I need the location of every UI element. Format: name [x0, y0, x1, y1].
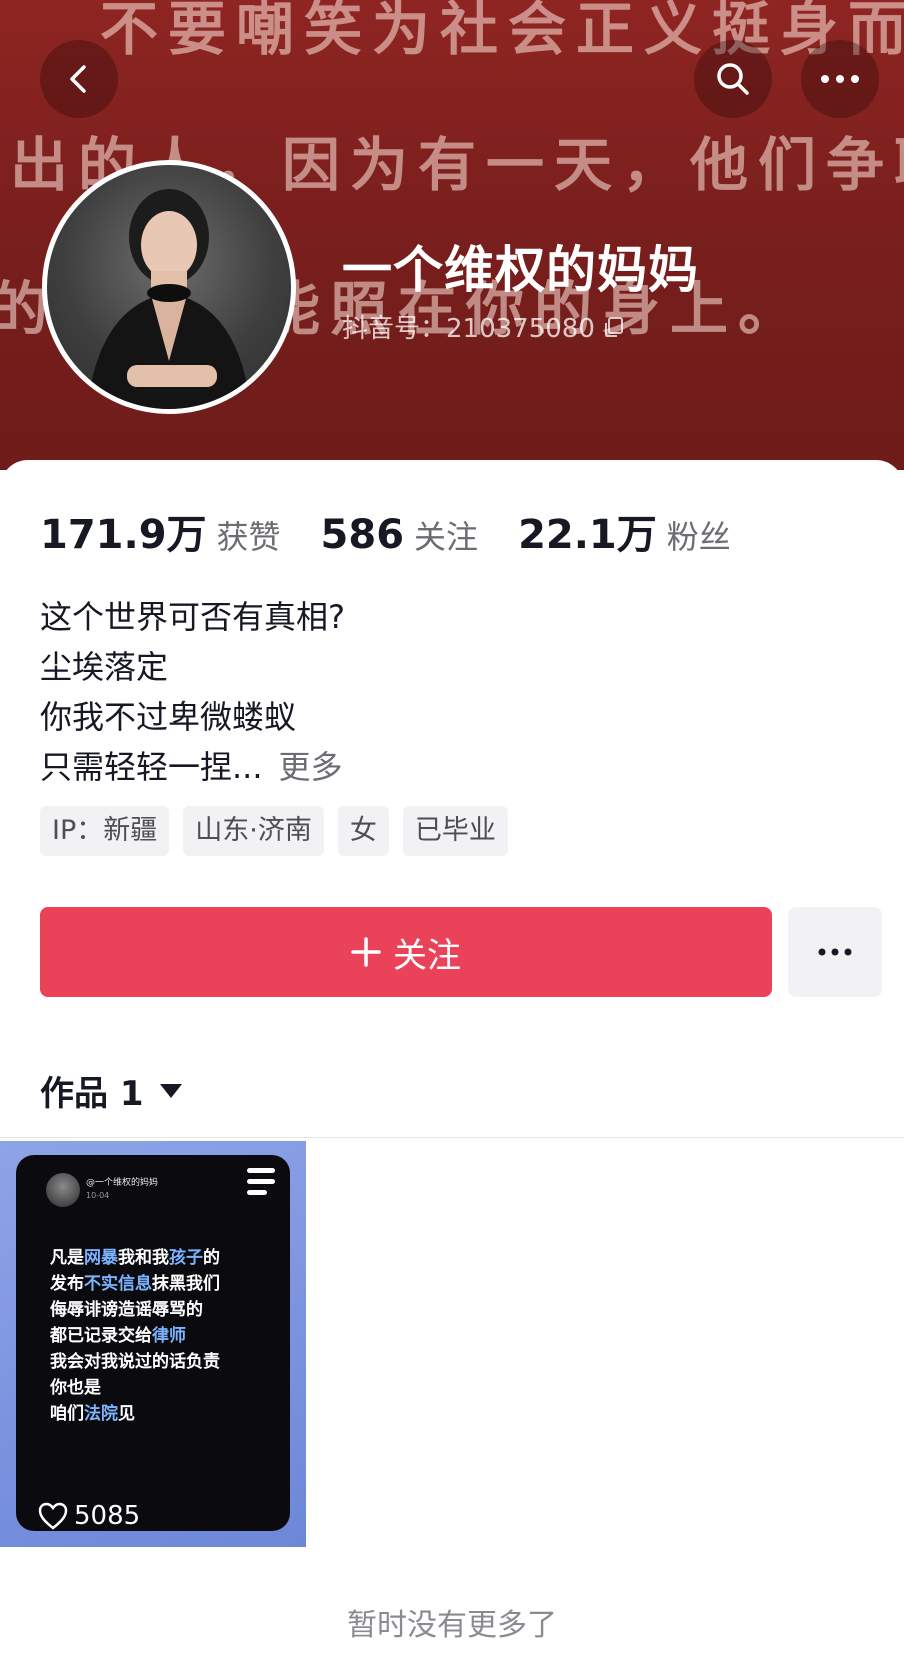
profile-tags: IP：新疆 山东·济南 女 已毕业	[40, 806, 508, 856]
highlighted-text: 不实信息	[84, 1274, 152, 1294]
avatar-portrait	[87, 189, 251, 409]
post-text-line: 你也是	[50, 1375, 280, 1401]
chevron-left-icon	[70, 65, 86, 93]
tag-location: 山东·济南	[183, 806, 324, 856]
post-avatar	[46, 1173, 80, 1207]
post-text-segment: 你也是	[50, 1378, 101, 1398]
post-text-segment: 侮辱诽谤造谣辱骂的	[50, 1300, 203, 1320]
post-text-segment: 我和我	[118, 1248, 169, 1268]
works-tab-label: 作品 1	[40, 1074, 144, 1114]
profile-more-button[interactable]	[788, 907, 882, 997]
ellipsis-icon	[818, 948, 852, 956]
post-text-line: 都已记录交给律师	[50, 1323, 280, 1349]
stats-row: 171.9万 获赞 586 关注 22.1万 粉丝	[40, 502, 771, 560]
tag-education: 已毕业	[402, 806, 508, 856]
heart-icon	[38, 1502, 68, 1530]
like-count: 5085	[38, 1501, 140, 1531]
avatar[interactable]	[42, 160, 296, 414]
bio: 这个世界可否有真相? 尘埃落定 你我不过卑微蝼蚁 只需轻轻一捏... 更多	[40, 592, 345, 792]
follow-button-label: 关注	[393, 935, 461, 976]
no-more-content-note: 暂时没有更多了	[347, 1608, 557, 1643]
post-text-segment: 见	[118, 1404, 135, 1424]
like-count-value: 5085	[74, 1501, 141, 1531]
works-tab[interactable]: 作品 1	[40, 1066, 182, 1115]
video-thumbnail[interactable]: @一个维权的妈妈 10-04 凡是网暴我和我孩子的 发布不实信息抹黑我们 侮辱诽谤造…	[0, 1141, 306, 1547]
post-text-line: 发布不实信息抹黑我们	[50, 1271, 280, 1297]
plus-icon	[351, 937, 381, 967]
bio-more-link[interactable]: 更多	[279, 748, 343, 786]
stat-followers[interactable]: 22.1万 粉丝	[518, 502, 731, 560]
stat-value: 586	[320, 512, 405, 558]
post-text-line: 侮辱诽谤造谣辱骂的	[50, 1297, 280, 1323]
tag-gender: 女	[337, 806, 389, 856]
post-text-segment: 我会对我说过的话负责	[50, 1352, 220, 1372]
highlighted-text: 孩子	[169, 1248, 203, 1268]
post-date: 10-04	[86, 1191, 110, 1200]
stat-label: 获赞	[216, 518, 281, 556]
banner-text-line: 不要嘲笑为社会正义挺身而	[100, 0, 904, 63]
stat-value: 171.9万	[40, 512, 207, 558]
douyin-id-text: 抖音号：210375080	[342, 314, 595, 344]
post-text-segment: 发布	[50, 1274, 84, 1294]
menu-icon	[247, 1168, 275, 1195]
follow-button[interactable]: 关注	[40, 907, 772, 997]
bio-line: 你我不过卑微蝼蚁	[40, 698, 297, 736]
post-text-segment: 凡是	[50, 1248, 84, 1268]
highlighted-text: 律师	[152, 1326, 186, 1346]
caret-down-icon	[159, 1083, 182, 1098]
divider	[0, 1137, 904, 1138]
tag-ip-location: IP：新疆	[40, 806, 170, 856]
post-text-line: 我会对我说过的话负责	[50, 1349, 280, 1375]
post-text-segment: 抹黑我们	[152, 1274, 220, 1294]
display-name: 一个维权的妈妈	[342, 241, 699, 299]
ellipsis-icon	[821, 75, 859, 83]
profile-card: 171.9万 获赞 586 关注 22.1万 粉丝 这个世界可否有真相? 尘埃落…	[0, 460, 904, 1669]
post-handle: @一个维权的妈妈	[86, 1178, 159, 1188]
post-text-segment: 咱们	[50, 1404, 84, 1424]
stat-following[interactable]: 586 关注	[321, 512, 479, 558]
video-cover: @一个维权的妈妈 10-04 凡是网暴我和我孩子的 发布不实信息抹黑我们 侮辱诽谤造…	[16, 1155, 290, 1531]
post-text-segment: 的	[203, 1248, 220, 1268]
post-text: 凡是网暴我和我孩子的 发布不实信息抹黑我们 侮辱诽谤造谣辱骂的 都已记录交给律师 我会对…	[50, 1245, 280, 1427]
search-icon	[717, 63, 749, 95]
stat-label: 关注	[414, 518, 479, 556]
back-button[interactable]	[40, 40, 118, 118]
douyin-id[interactable]: 抖音号：210375080	[342, 308, 625, 345]
post-text-segment: 都已记录交给	[50, 1326, 152, 1346]
post-text-line: 咱们法院见	[50, 1401, 280, 1427]
search-button[interactable]	[694, 40, 772, 118]
stat-label: 粉丝	[666, 518, 731, 556]
stat-value: 22.1万	[518, 512, 657, 558]
stat-likes[interactable]: 171.9万 获赞	[40, 502, 281, 560]
bio-line-text: 只需轻轻一捏...	[40, 748, 263, 786]
post-text-line: 凡是网暴我和我孩子的	[50, 1245, 280, 1271]
more-options-button[interactable]	[801, 40, 879, 118]
highlighted-text: 网暴	[84, 1248, 118, 1268]
bio-line-last: 只需轻轻一捏... 更多	[40, 742, 345, 792]
profile-banner: 不要嘲笑为社会正义挺身而 出的人，因为有一天，他们争取 的利益可能照在你的身上。	[0, 0, 904, 470]
copy-icon[interactable]	[603, 316, 625, 338]
bio-line: 尘埃落定	[40, 648, 169, 686]
highlighted-text: 法院	[84, 1404, 118, 1424]
bio-line: 这个世界可否有真相?	[40, 598, 345, 636]
